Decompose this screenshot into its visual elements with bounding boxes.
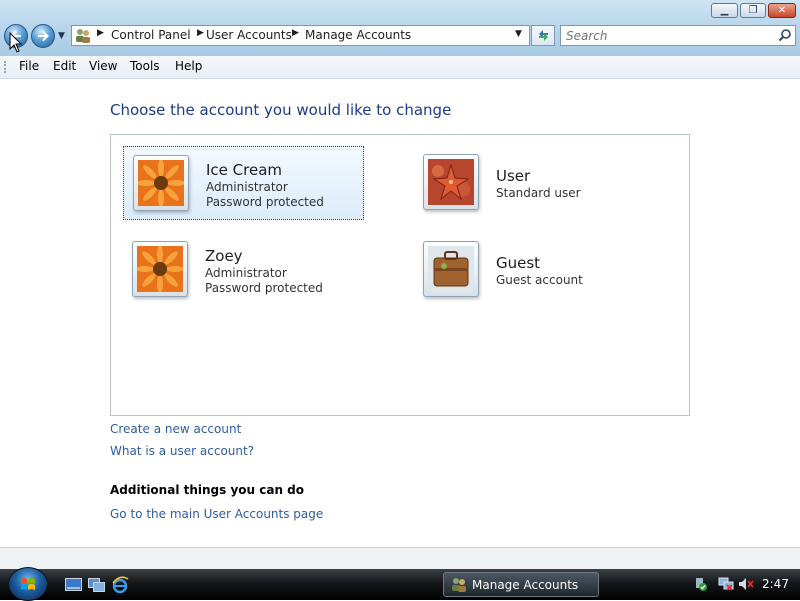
forward-button[interactable] bbox=[31, 24, 55, 48]
search-icon[interactable] bbox=[778, 28, 792, 42]
user-accounts-icon bbox=[452, 578, 466, 592]
internet-explorer-icon[interactable] bbox=[111, 576, 129, 594]
menu-help[interactable]: Help bbox=[175, 59, 202, 73]
account-tile-user[interactable]: User Standard user bbox=[414, 146, 655, 220]
account-name: Ice Cream bbox=[206, 161, 283, 179]
chevron-right-icon: ▶ bbox=[292, 28, 299, 38]
breadcrumb-user-accounts[interactable]: User Accounts bbox=[206, 28, 292, 42]
taskbar-window-label: Manage Accounts bbox=[472, 578, 579, 592]
clock[interactable]: 2:47 bbox=[762, 577, 789, 591]
breadcrumb-manage-accounts[interactable]: Manage Accounts bbox=[305, 28, 411, 42]
chevron-right-icon: ▶ bbox=[197, 28, 204, 38]
refresh-button[interactable] bbox=[531, 25, 555, 46]
account-tile-guest[interactable]: Guest Guest account bbox=[414, 233, 655, 307]
account-type: Administrator bbox=[206, 180, 288, 194]
chevron-right-icon: ▶ bbox=[97, 28, 104, 38]
account-tile-ice-cream[interactable]: Ice Cream Administrator Password protect… bbox=[123, 146, 364, 220]
account-type: Standard user bbox=[496, 186, 581, 200]
switch-windows-icon[interactable] bbox=[88, 578, 105, 592]
account-type: Guest account bbox=[496, 273, 583, 287]
taskbar: Manage Accounts 2:47 bbox=[0, 567, 800, 601]
security-center-icon[interactable] bbox=[693, 576, 709, 592]
restore-icon: ❐ bbox=[748, 5, 758, 16]
search-input[interactable] bbox=[566, 28, 766, 43]
orange-flower-picture-icon bbox=[137, 246, 183, 292]
forward-arrow-icon bbox=[38, 30, 49, 42]
maximize-button[interactable]: ❐ bbox=[740, 3, 766, 18]
starfish-picture-icon bbox=[428, 159, 474, 205]
status-bar bbox=[0, 547, 800, 570]
breadcrumb-control-panel[interactable]: Control Panel bbox=[111, 28, 191, 42]
main-user-accounts-page-link[interactable]: Go to the main User Accounts page bbox=[110, 507, 323, 521]
account-type: Administrator bbox=[205, 266, 287, 280]
address-bar[interactable]: ▶ Control Panel ▶ User Accounts ▶ Manage… bbox=[71, 25, 530, 46]
account-name: Guest bbox=[496, 254, 541, 272]
menu-bar: File Edit View Tools Help bbox=[0, 56, 800, 79]
volume-muted-icon[interactable] bbox=[738, 576, 754, 592]
account-tile-zoey[interactable]: Zoey Administrator Password protected bbox=[123, 233, 364, 307]
windows-logo-icon bbox=[21, 578, 35, 590]
menu-file[interactable]: File bbox=[19, 59, 39, 73]
search-box[interactable] bbox=[560, 25, 796, 46]
create-new-account-link[interactable]: Create a new account bbox=[110, 422, 241, 436]
menu-tools[interactable]: Tools bbox=[130, 59, 160, 73]
account-password-status: Password protected bbox=[206, 195, 324, 209]
account-name: User bbox=[496, 167, 531, 185]
refresh-icon bbox=[539, 30, 548, 41]
account-picture bbox=[132, 241, 188, 297]
account-picture bbox=[423, 241, 479, 297]
show-desktop-icon[interactable] bbox=[65, 578, 82, 592]
close-button[interactable]: ✕ bbox=[768, 3, 796, 18]
account-picture bbox=[133, 155, 189, 211]
mouse-cursor-icon bbox=[9, 32, 23, 53]
menu-edit[interactable]: Edit bbox=[53, 59, 76, 73]
recent-pages-dropdown-icon[interactable]: ▼ bbox=[58, 31, 65, 41]
what-is-user-account-link[interactable]: What is a user account? bbox=[110, 444, 254, 458]
account-name: Zoey bbox=[205, 247, 243, 265]
user-accounts-icon bbox=[76, 29, 90, 43]
address-dropdown-icon[interactable]: ▼ bbox=[515, 29, 522, 39]
page-title: Choose the account you would like to cha… bbox=[110, 101, 452, 119]
minimize-icon: ▁ bbox=[720, 5, 729, 16]
close-icon: ✕ bbox=[777, 5, 787, 16]
orange-flower-picture-icon bbox=[138, 160, 184, 206]
menu-view[interactable]: View bbox=[89, 59, 117, 73]
network-icon[interactable] bbox=[718, 576, 734, 592]
briefcase-picture-icon bbox=[428, 246, 474, 292]
taskbar-window-button[interactable]: Manage Accounts bbox=[443, 572, 599, 597]
additional-things-heading: Additional things you can do bbox=[110, 483, 305, 497]
start-button[interactable] bbox=[8, 567, 48, 601]
minimize-button[interactable]: ▁ bbox=[711, 3, 738, 18]
account-password-status: Password protected bbox=[205, 281, 323, 295]
account-picture bbox=[423, 154, 479, 210]
menu-grip bbox=[4, 61, 9, 73]
